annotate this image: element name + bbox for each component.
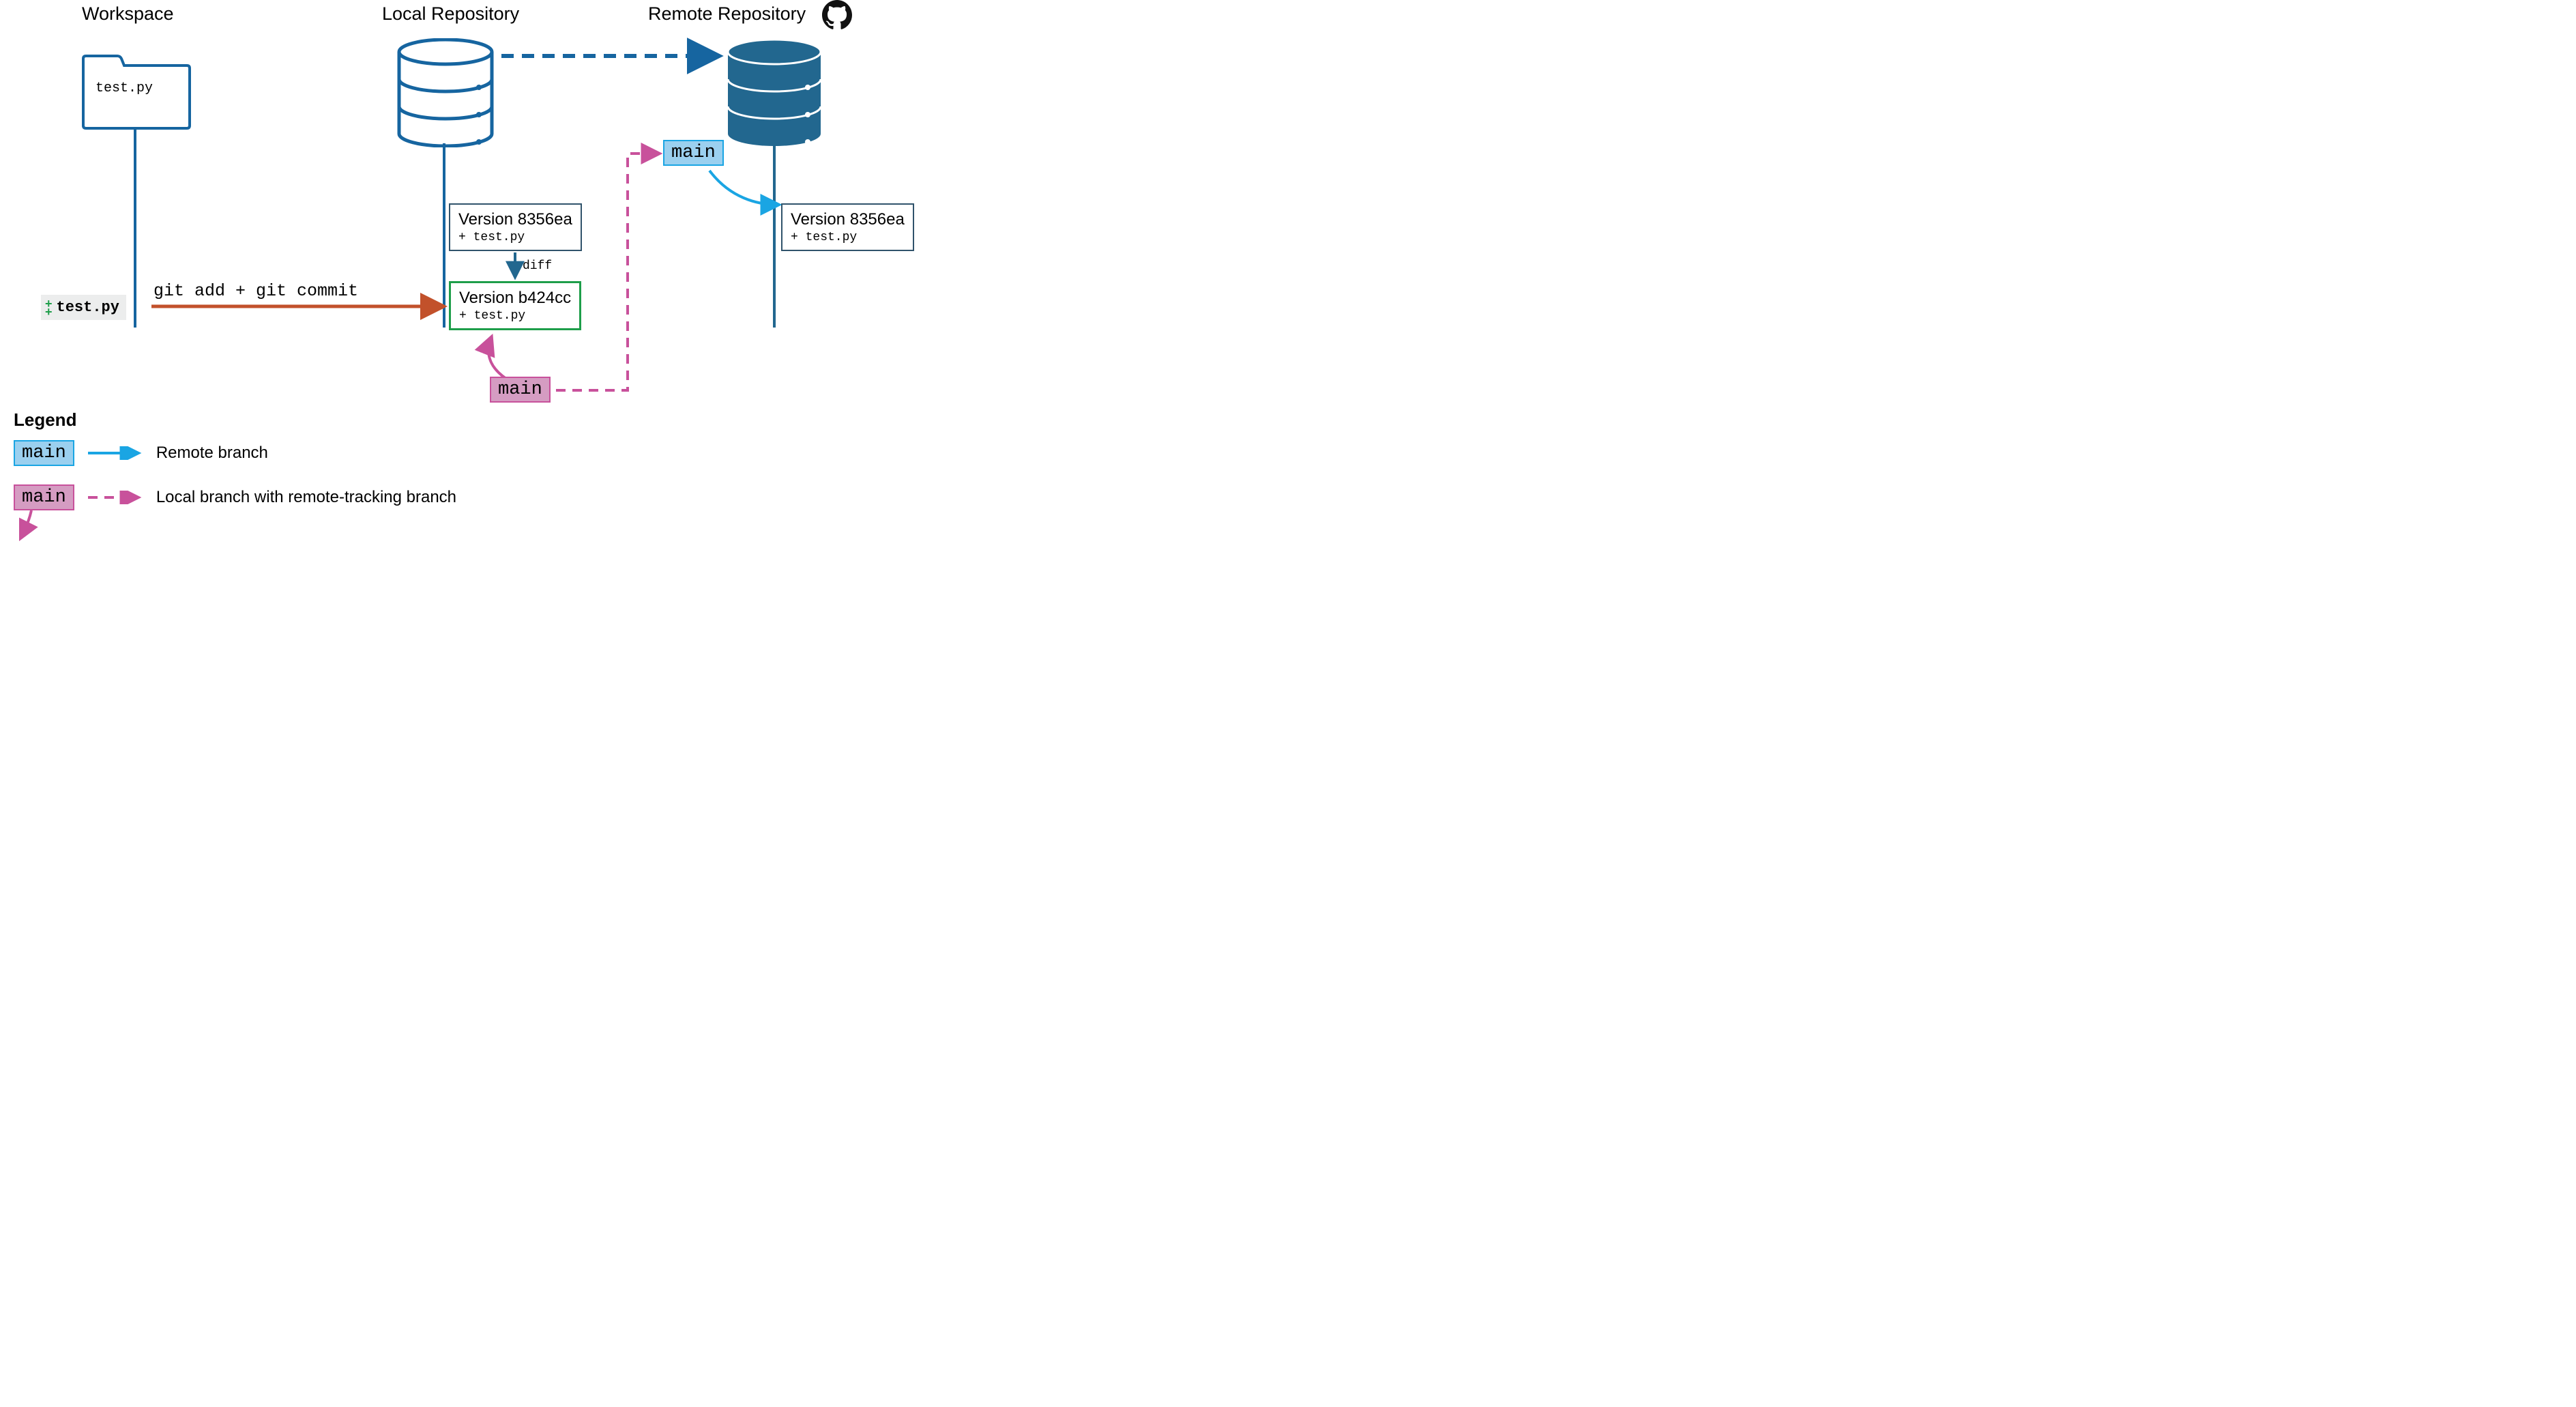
local-version-1-sub: + test.py — [458, 231, 572, 244]
local-version-2-title: Version b424cc — [459, 289, 571, 308]
legend-local-text: Local branch with remote-tracking branch — [156, 488, 456, 507]
workspace-folder: test.py — [80, 53, 192, 131]
local-version-1-title: Version 8356ea — [458, 210, 572, 229]
legend-title: Legend — [14, 409, 76, 431]
local-version-2-sub: + test.py — [459, 309, 571, 323]
local-repo-db-icon — [396, 38, 495, 151]
remote-main-to-version — [709, 171, 778, 205]
remote-version-8356ea: Version 8356ea + test.py — [781, 203, 914, 251]
legend-remote-tag: main — [14, 440, 74, 466]
local-version-b424cc: Version b424cc + test.py — [449, 281, 581, 330]
legend-remote-row: main Remote branch — [14, 440, 268, 466]
legend-local-tag: main — [14, 484, 74, 510]
local-version-8356ea: Version 8356ea + test.py — [449, 203, 582, 251]
github-icon — [822, 0, 852, 33]
workspace-heading: Workspace — [82, 3, 174, 25]
local-main-tracking — [556, 154, 658, 390]
remote-main-branch-tag: main — [663, 140, 724, 166]
remote-repo-db-icon — [724, 38, 824, 151]
local-main-branch-tag: main — [490, 377, 551, 403]
remote-repo-heading: Remote Repository — [648, 3, 806, 25]
legend-local-down-arrow — [19, 510, 46, 545]
local-repo-heading: Local Repository — [382, 3, 519, 25]
remote-version-1-sub: + test.py — [791, 231, 905, 244]
legend-local-row: main Local branch with remote-tracking b… — [14, 484, 456, 510]
folder-file-label: test.py — [96, 81, 153, 96]
remote-version-1-title: Version 8356ea — [791, 210, 905, 229]
legend-remote-arrow — [88, 446, 143, 460]
diff-label: diff — [523, 259, 552, 273]
add-commit-label: git add + git commit — [153, 281, 358, 301]
legend-remote-text: Remote branch — [156, 444, 268, 463]
diff-plus-icon: ++ — [45, 300, 53, 316]
modified-file-name: test.py — [57, 299, 119, 316]
local-main-to-version — [488, 338, 506, 379]
legend-local-dashed-arrow — [88, 491, 143, 504]
modified-file-chip: ++ test.py — [41, 295, 126, 320]
